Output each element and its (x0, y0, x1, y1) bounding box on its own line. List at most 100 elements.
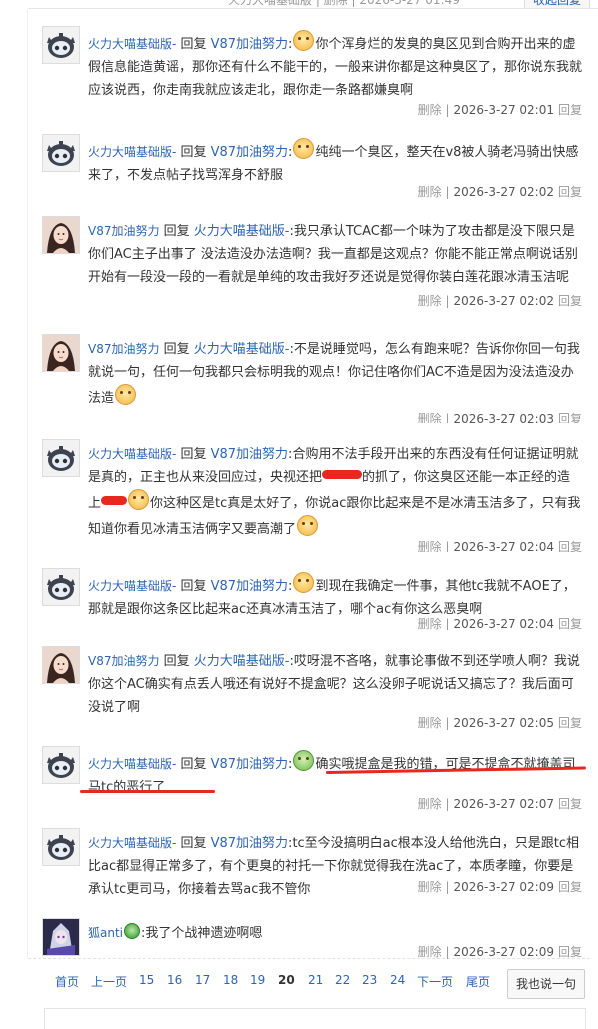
user-avatar[interactable] (42, 216, 80, 254)
page-link[interactable]: 尾页 (466, 973, 490, 990)
reply-link[interactable]: 回复 (558, 880, 582, 894)
reply-content: 狐anti:我了个战神遗迹啊嗯 (88, 922, 582, 945)
pagination: 首页 上一页 15 16 17 18 19 20 21 22 23 24 下一页 尾页 (28, 966, 590, 996)
reply-username[interactable]: 火力大喵基础版- (88, 447, 176, 461)
collapse-reply-button[interactable]: 收起回复 (523, 0, 590, 8)
meta-separator: | (441, 103, 450, 117)
reply-timestamp: 2026-3-27 02:04 (453, 617, 554, 631)
user-avatar[interactable] (42, 918, 80, 956)
reply-link[interactable]: 回复 (558, 617, 582, 631)
reply-item: 火力大喵基础版- 回复 V87加油努力: 纯纯一个臭区，整天在v8被人骑老冯骑出快… (28, 118, 590, 201)
emoji-icon (293, 30, 315, 51)
delete-link[interactable]: 删除 (418, 185, 442, 199)
reply-meta: 删除 | 2026-3-27 02:09 回复 (418, 879, 582, 895)
reply-username[interactable]: 火力大喵基础版- (88, 145, 176, 159)
delete-link[interactable]: 删除 (418, 294, 442, 308)
meta-separator: | (441, 185, 450, 199)
user-avatar[interactable] (42, 568, 80, 606)
delete-link[interactable]: 删除 (418, 103, 442, 117)
page-link[interactable]: 15 (139, 973, 154, 987)
reply-item: 火力大喵基础版- 回复 V87加油努力: 到现在我确定一件事，其他tc我就不AOE… (28, 552, 590, 631)
emoji-icon (293, 138, 315, 159)
previous-reply-meta: 火力大喵基础版 | 删除 | 2026-3-27 01:49 收起回复 (28, 0, 598, 9)
user-avatar[interactable] (42, 646, 80, 684)
robot-icon (43, 829, 79, 865)
reply-item: 火力大喵基础版- 回复 V87加油努力: 你个浑身烂的发臭的臭区见到合购开出来的虚… (28, 10, 590, 119)
emoji-icon (128, 489, 150, 510)
reply-editor-box[interactable] (44, 1008, 586, 1029)
robot-icon (43, 569, 79, 605)
reply-target-username[interactable]: 火力大喵基础版- (194, 224, 290, 239)
reply-username[interactable]: 火力大喵基础版- (88, 757, 176, 771)
page-link[interactable]: 首页 (55, 973, 79, 990)
reply-content: V87加油努力 回复 火力大喵基础版-:我只承认TCAC都一个味为了攻击都是没下… (88, 220, 582, 289)
page-link[interactable]: 24 (390, 973, 405, 987)
reply-link[interactable]: 回复 (558, 294, 582, 308)
reply-target-username[interactable]: V87加油努力 (211, 447, 288, 462)
delete-link[interactable]: 删除 (418, 716, 442, 730)
reply-meta: 删除 | 2026-3-27 02:05 回复 (418, 715, 582, 731)
girl-avatar (43, 647, 79, 683)
user-avatar[interactable] (42, 828, 80, 866)
red-underline-mark (80, 790, 215, 793)
reply-item: V87加油努力 回复 火力大喵基础版-:我只承认TCAC都一个味为了攻击都是没下… (28, 200, 590, 319)
reply-content: 火力大喵基础版- 回复 V87加油努力:合购用不法手段开出来的东西没有任何证据证… (88, 443, 582, 541)
reply-username[interactable]: 火力大喵基础版- (88, 37, 176, 51)
reply-verb: 回复 (176, 447, 211, 462)
user-avatar[interactable] (42, 134, 80, 172)
reply-link[interactable]: 回复 (558, 945, 582, 959)
reply-timestamp: 2026-3-27 02:05 (453, 716, 554, 730)
reply-text: 我了个战神遗迹啊嗯 (145, 926, 263, 941)
reply-link[interactable]: 回复 (558, 103, 582, 117)
reply-target-username[interactable]: 火力大喵基础版- (194, 654, 290, 669)
reply-username[interactable]: V87加油努力 (88, 342, 159, 356)
reply-link[interactable]: 回复 (558, 185, 582, 199)
reply-meta: 删除 | 2026-3-27 02:02 回复 (418, 184, 582, 200)
reply-verb: 回复 (159, 342, 194, 357)
reply-link[interactable]: 回复 (558, 716, 582, 730)
emoji-icon (297, 515, 319, 536)
user-avatar[interactable] (42, 746, 80, 784)
user-avatar[interactable] (42, 334, 80, 372)
reply-target-username[interactable]: 火力大喵基础版- (194, 342, 290, 357)
reply-timestamp: 2026-3-27 02:09 (453, 945, 554, 959)
page-link[interactable]: 上一页 (91, 973, 127, 990)
reply-username[interactable]: 火力大喵基础版- (88, 579, 176, 593)
page-link[interactable]: 18 (223, 973, 238, 987)
reply-target-username[interactable]: V87加油努力 (211, 579, 288, 594)
delete-link[interactable]: 删除 (418, 797, 442, 811)
write-reply-button[interactable]: 我也说一句 (507, 969, 585, 999)
reply-target-username[interactable]: V87加油努力 (211, 145, 288, 160)
robot-icon (43, 440, 79, 476)
page-link[interactable]: 22 (335, 973, 350, 987)
delete-link[interactable]: 删除 (418, 880, 442, 894)
page-link[interactable]: 下一页 (417, 973, 453, 990)
meta-separator: | (441, 617, 450, 631)
reply-username[interactable]: V87加油努力 (88, 654, 159, 668)
reply-verb: 回复 (176, 579, 211, 594)
page-link[interactable]: 19 (250, 973, 265, 987)
emoji-icon (293, 572, 315, 593)
meta-separator: | (441, 294, 450, 308)
reply-meta: 删除 | 2026-3-27 02:01 回复 (418, 102, 582, 118)
reply-timestamp: 2026-3-27 02:02 (453, 294, 554, 308)
robot-icon (43, 747, 79, 783)
page-link[interactable]: 23 (362, 973, 377, 987)
reply-target-username[interactable]: V87加油努力 (211, 757, 288, 772)
reply-target-username[interactable]: V87加油努力 (211, 836, 288, 851)
delete-link[interactable]: 删除 (418, 617, 442, 631)
reply-username[interactable]: V87加油努力 (88, 224, 159, 238)
page-link[interactable]: 21 (308, 973, 323, 987)
user-avatar[interactable] (42, 439, 80, 477)
delete-link[interactable]: 删除 (418, 945, 442, 959)
reply-username[interactable]: 火力大喵基础版- (88, 836, 176, 850)
page-link[interactable]: 16 (167, 973, 182, 987)
reply-item: 狐anti:我了个战神遗迹啊嗯 删除 | 2026-3-27 02:09 回复 (28, 902, 590, 959)
reply-target-username[interactable]: V87加油努力 (211, 37, 288, 52)
reply-username[interactable]: 狐anti (88, 926, 123, 940)
reply-content: 火力大喵基础版- 回复 V87加油努力: 你个浑身烂的发臭的臭区见到合购开出来的虚… (88, 30, 582, 102)
page-link[interactable]: 17 (195, 973, 210, 987)
reply-link[interactable]: 回复 (558, 797, 582, 811)
user-avatar[interactable] (42, 26, 80, 64)
reply-colon: : (288, 37, 293, 52)
